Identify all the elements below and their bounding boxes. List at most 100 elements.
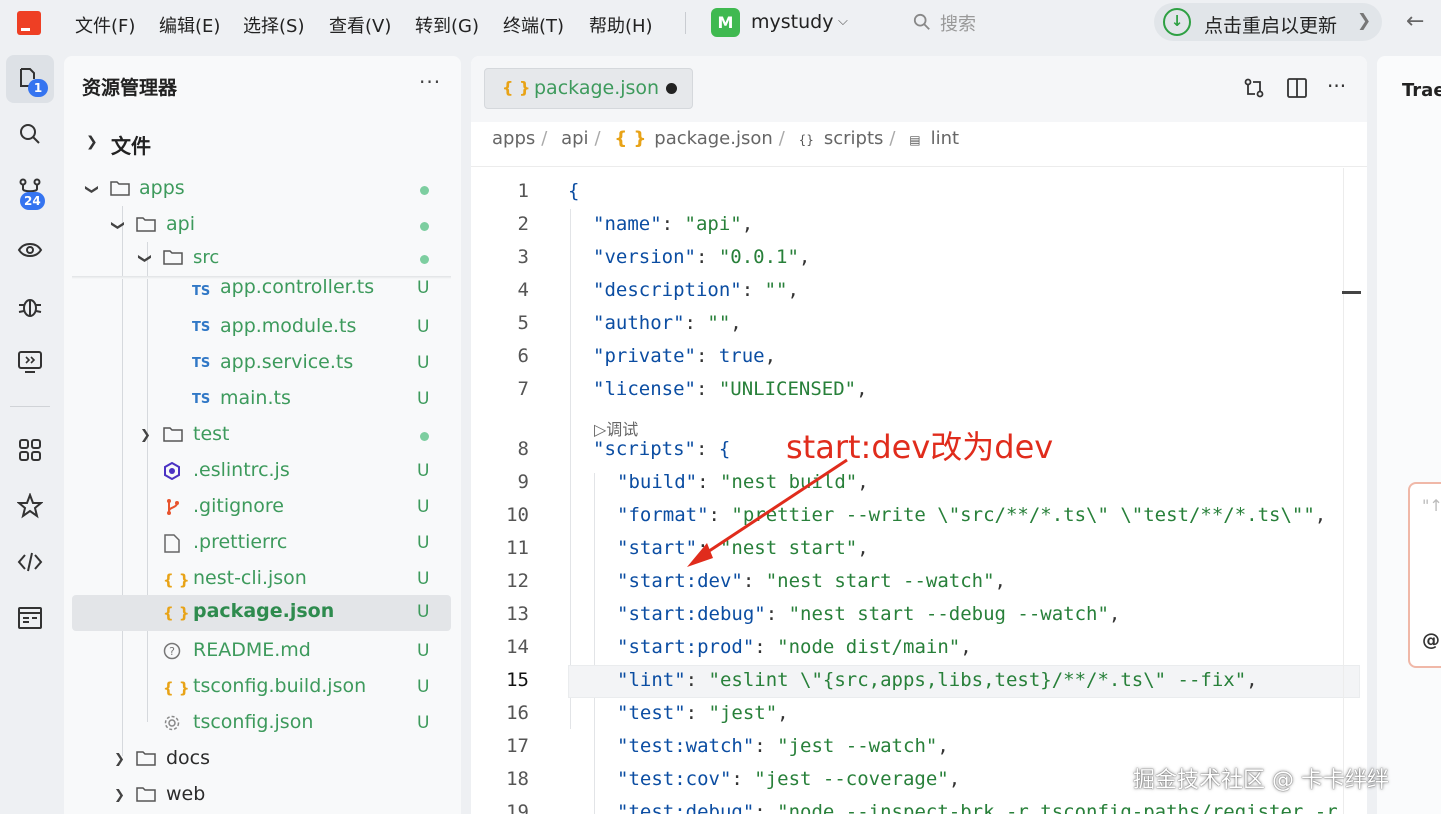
code-line[interactable]: 19 "test:debug": "node --inspect-brk -r t…	[471, 797, 1367, 814]
mention-button[interactable]: @	[1422, 630, 1440, 651]
menu-terminal[interactable]: 终端(T)	[503, 12, 564, 38]
tree-file-app-service[interactable]: TS app.service.ts U	[72, 347, 451, 381]
code-token: "start"	[617, 537, 698, 559]
code-token: "eslint \"{src,apps,libs,test}/**/*.ts\"…	[708, 669, 1247, 691]
compare-changes-icon[interactable]	[1242, 76, 1266, 100]
split-editor-icon[interactable]	[1285, 76, 1309, 100]
code-token: "nest start"	[719, 537, 858, 559]
chat-input-hint: "↑	[1422, 496, 1441, 515]
code-line[interactable]: 5 "author": "",	[471, 308, 1367, 341]
browser-activity-button[interactable]	[6, 594, 54, 642]
code-token: :	[697, 471, 720, 493]
tree-file-readme[interactable]: ? README.md U	[72, 635, 451, 669]
remote-activity-button[interactable]	[6, 338, 54, 386]
code-line[interactable]: 12 "start:dev": "nest start --watch",	[471, 566, 1367, 599]
preview-activity-button[interactable]	[6, 226, 54, 274]
folder-icon	[136, 216, 156, 236]
chat-input[interactable]: "↑ @	[1408, 482, 1441, 668]
folder-icon	[136, 750, 156, 770]
eslint-icon	[163, 461, 181, 482]
extensions-activity-button[interactable]	[6, 426, 54, 474]
code-line[interactable]: 3 "version": "0.0.1",	[471, 242, 1367, 275]
breadcrumb-item[interactable]: lint	[931, 128, 959, 149]
source-control-activity-button[interactable]: 24	[6, 166, 54, 214]
files-section-title[interactable]: 文件	[111, 130, 151, 159]
chevron-right-icon: ❯	[140, 428, 151, 443]
code-text: "name": "api",	[593, 213, 753, 235]
code-token: ,	[798, 246, 811, 268]
code-line[interactable]: 14 "start:prod": "node dist/main",	[471, 632, 1367, 665]
tree-folder-test[interactable]: ❯ test	[72, 419, 451, 453]
unsaved-dot-icon[interactable]	[666, 83, 677, 94]
menu-selection[interactable]: 选择(S)	[243, 12, 304, 38]
tree-folder-src[interactable]: ❯ src	[72, 245, 451, 273]
code-text: "build": "nest build",	[617, 471, 869, 493]
code-line[interactable]: 11 "start": "nest start",	[471, 533, 1367, 566]
code-line[interactable]: 6 "private": true,	[471, 341, 1367, 374]
tree-label: web	[166, 783, 206, 805]
tree-folder-docs[interactable]: ❯ docs	[72, 743, 451, 777]
code-line[interactable]: 15 "lint": "eslint \"{src,apps,libs,test}…	[471, 665, 1367, 698]
tree-label: nest-cli.json	[193, 567, 307, 589]
chevron-down-icon[interactable]: ❯	[86, 134, 98, 150]
scrollbar[interactable]	[1343, 168, 1344, 814]
tree-file-eslintrc[interactable]: .eslintrc.js U	[72, 455, 451, 489]
code-line[interactable]: 4 "description": "",	[471, 275, 1367, 308]
tab-package-json[interactable]: { } package.json	[484, 68, 693, 109]
restart-update-button[interactable]: ↓ 点击重启以更新 ❯	[1154, 3, 1382, 41]
code-line[interactable]: 17 "test:watch": "jest --watch",	[471, 731, 1367, 764]
search-box[interactable]: 搜索	[913, 10, 1053, 36]
menu-file[interactable]: 文件(F)	[75, 12, 135, 38]
tree-file-app-controller[interactable]: TS app.controller.ts U	[72, 275, 451, 309]
code-token: :	[708, 504, 732, 526]
more-icon[interactable]: ···	[419, 70, 441, 94]
scrollbar-thumb[interactable]	[1342, 291, 1361, 294]
code-line[interactable]: 9 "build": "nest build",	[471, 467, 1367, 500]
menu-view[interactable]: 查看(V)	[329, 12, 391, 38]
code-token: true	[718, 345, 765, 367]
debug-activity-button[interactable]	[6, 282, 54, 330]
breadcrumb-item[interactable]: package.json	[654, 128, 773, 149]
explorer-activity-button[interactable]: 1	[6, 55, 54, 103]
breadcrumb-item[interactable]: api	[561, 128, 588, 149]
search-activity-button[interactable]	[6, 110, 54, 158]
tree-file-package-json[interactable]: { } package.json U	[72, 595, 451, 631]
line-number: 9	[517, 471, 529, 493]
more-actions-icon[interactable]: ···	[1327, 74, 1346, 98]
back-arrow-icon[interactable]: ←	[1406, 9, 1424, 34]
code-area[interactable]: ▷调试 1{2 "name": "api", 3 "version": "0.0.1"…	[471, 176, 1367, 814]
ai-activity-button[interactable]	[6, 482, 54, 530]
breadcrumb-item[interactable]: scripts	[824, 128, 884, 149]
code-line[interactable]: 1{	[471, 176, 1367, 209]
tree-file-app-module[interactable]: TS app.module.ts U	[72, 311, 451, 345]
project-avatar[interactable]: M	[711, 8, 740, 37]
code-line[interactable]: 2 "name": "api",	[471, 209, 1367, 242]
line-number: 4	[517, 279, 529, 301]
code-line[interactable]: 16 "test": "jest",	[471, 698, 1367, 731]
code-line[interactable]: 10 "format": "prettier --write \"src/**/*…	[471, 500, 1367, 533]
menu-help[interactable]: 帮助(H)	[589, 12, 653, 38]
chevron-down-icon[interactable]: ⌵	[838, 14, 848, 29]
code-line[interactable]: 13 "start:debug": "nest start --debug --w…	[471, 599, 1367, 632]
tree-file-nest-cli[interactable]: { } nest-cli.json U	[72, 563, 451, 597]
tree-file-tsconfig[interactable]: tsconfig.json U	[72, 707, 451, 741]
tree-folder-api[interactable]: ❯ api	[72, 209, 451, 243]
menu-go[interactable]: 转到(G)	[415, 12, 479, 38]
tree-file-prettierrc[interactable]: .prettierrc U	[72, 527, 451, 561]
code-line[interactable]: 7 "license": "UNLICENSED",	[471, 374, 1367, 407]
code-text: "description": "",	[593, 279, 799, 301]
code-token: :	[684, 312, 708, 334]
breadcrumb-item[interactable]: apps	[492, 128, 535, 149]
code-activity-button[interactable]	[6, 538, 54, 586]
project-name[interactable]: mystudy	[751, 11, 833, 33]
window-icon	[18, 607, 42, 629]
tree-folder-web[interactable]: ❯ web	[72, 779, 451, 813]
code-token: "start:prod"	[617, 636, 755, 658]
tree-file-tsconfig-build[interactable]: { } tsconfig.build.json U	[72, 671, 451, 705]
menu-edit[interactable]: 编辑(E)	[159, 12, 220, 38]
tree-file-main[interactable]: TS main.ts U	[72, 383, 451, 417]
chevron-right-icon: ❯	[1357, 11, 1372, 31]
code-token: "nest build"	[719, 471, 858, 493]
tree-file-gitignore[interactable]: .gitignore U	[72, 491, 451, 525]
tree-folder-apps[interactable]: ❯ apps	[72, 173, 451, 207]
